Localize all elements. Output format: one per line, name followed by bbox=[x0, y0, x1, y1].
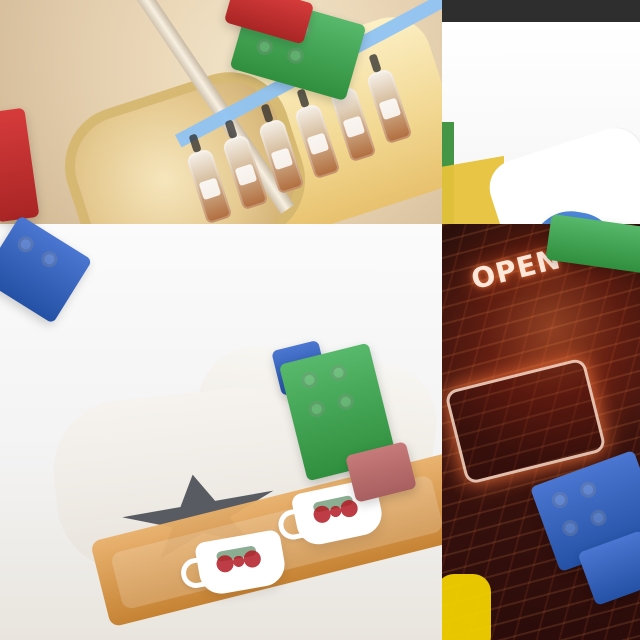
white-surface-photo bbox=[442, 22, 640, 224]
yellow-block bbox=[442, 574, 491, 640]
white-paper bbox=[482, 120, 640, 224]
collage-canvas: OPEN bbox=[0, 0, 640, 640]
bar-shelf-photo bbox=[0, 0, 442, 224]
